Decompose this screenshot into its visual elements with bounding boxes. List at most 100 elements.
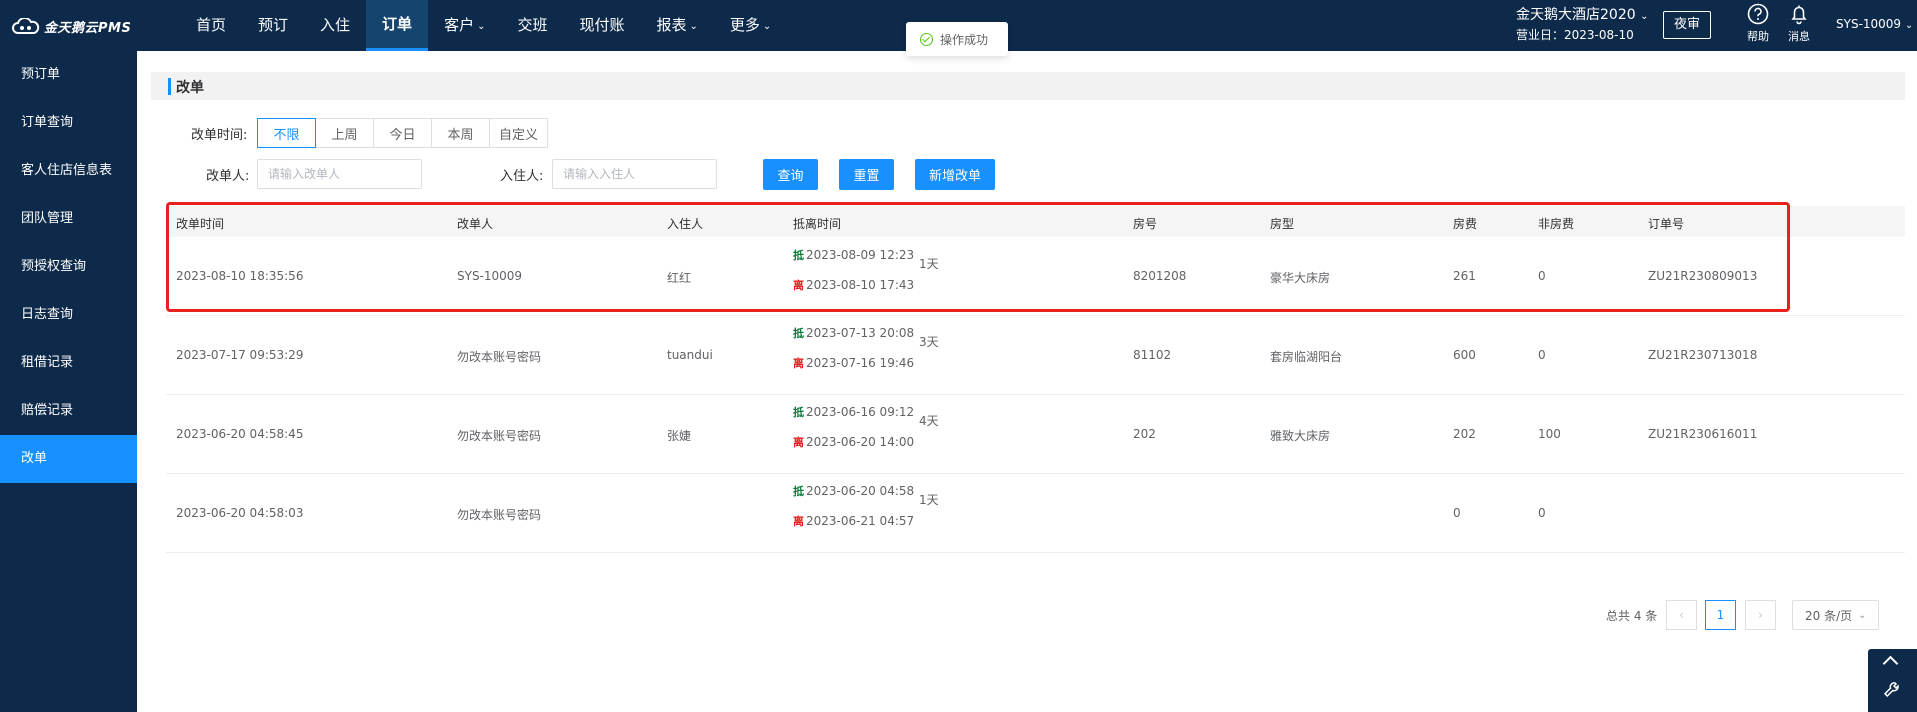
- guest-input[interactable]: [552, 159, 717, 189]
- cell-time: 2023-06-20 04:58:03: [176, 506, 304, 520]
- time-option-last-week[interactable]: 上周: [315, 118, 374, 148]
- nav-label: 预订: [258, 16, 289, 34]
- chevron-down-icon: ⌄: [1904, 20, 1914, 31]
- column-header-room-fee: 房费: [1453, 217, 1478, 231]
- sidebar-item-compensation-records[interactable]: 赔偿记录: [0, 387, 137, 435]
- success-toast: 操作成功: [906, 22, 1008, 56]
- messages-label: 消息: [1788, 30, 1810, 43]
- sidebar-item-reservations[interactable]: 预订单: [0, 51, 137, 99]
- cell-room: 8201208: [1133, 269, 1187, 283]
- time-option-custom[interactable]: 自定义: [489, 118, 548, 148]
- add-change-button[interactable]: 新增改单: [915, 159, 995, 190]
- arrive-tag: 抵: [793, 249, 804, 262]
- main-nav: 首页 预订 入住 订单 客户 ⌄ 交班 现付账 报表 ⌄ 更多 ⌄: [180, 0, 787, 51]
- table-row[interactable]: 2023-06-20 04:58:45 勿改本账号密码 张婕 抵 2023-06-…: [166, 395, 1905, 474]
- cell-time: 2023-06-20 04:58:45: [176, 427, 304, 441]
- cell-arrive: 抵 2023-07-13 20:08: [793, 325, 914, 342]
- column-header-modifier: 改单人: [457, 217, 494, 231]
- cell-arrive: 抵 2023-06-20 04:58: [793, 483, 914, 500]
- floating-tools-widget[interactable]: [1868, 649, 1917, 712]
- chevron-down-icon: ⌄: [689, 21, 698, 32]
- cell-other-fee: 0: [1538, 269, 1546, 283]
- sidebar-item-log-query[interactable]: 日志查询: [0, 291, 137, 339]
- sidebar-item-order-changes[interactable]: 改单: [0, 435, 137, 483]
- column-header-room-type: 房型: [1270, 217, 1295, 231]
- section-header: 改单: [151, 72, 1905, 100]
- nav-item-orders[interactable]: 订单: [366, 0, 429, 51]
- table-row[interactable]: 2023-07-17 09:53:29 勿改本账号密码 tuandui 抵 202…: [166, 316, 1905, 395]
- cell-other-fee: 100: [1538, 427, 1561, 441]
- time-option-today[interactable]: 今日: [373, 118, 432, 148]
- nav-item-shift[interactable]: 交班: [501, 0, 563, 51]
- nav-label: 更多: [729, 16, 760, 34]
- reset-button[interactable]: 重置: [839, 159, 894, 190]
- cell-arrive: 抵 2023-08-09 12:23: [793, 247, 914, 264]
- cloud-logo-icon: [12, 18, 40, 34]
- cell-depart: 离 2023-06-21 04:57: [793, 513, 914, 530]
- table-row[interactable]: 2023-06-20 04:58:03 勿改本账号密码 抵 2023-06-20 …: [166, 474, 1905, 553]
- nav-label: 订单: [382, 15, 413, 33]
- arrive-tag: 抵: [793, 327, 804, 340]
- cell-room-fee: 0: [1453, 506, 1461, 520]
- prev-page-button[interactable]: ‹: [1666, 600, 1697, 630]
- cell-days: 1天: [919, 493, 939, 507]
- sidebar: 预订单 订单查询 客人住店信息表 团队管理 预授权查询 日志查询 租借记录 赔偿…: [0, 51, 137, 712]
- nav-item-customers[interactable]: 客户 ⌄: [428, 0, 501, 51]
- depart-time: 2023-06-21 04:57: [806, 514, 915, 528]
- nav-item-more[interactable]: 更多 ⌄: [714, 0, 787, 51]
- messages-button[interactable]: 消息: [1779, 3, 1819, 44]
- sidebar-item-rental-records[interactable]: 租借记录: [0, 339, 137, 387]
- cell-room-type: 雅致大床房: [1270, 429, 1331, 443]
- arrive-time: 2023-07-13 20:08: [806, 326, 915, 340]
- cell-room-fee: 261: [1453, 269, 1476, 283]
- next-page-button[interactable]: ›: [1745, 600, 1776, 630]
- nav-label: 客户: [444, 16, 475, 34]
- nav-item-home[interactable]: 首页: [180, 0, 242, 51]
- page-number-button[interactable]: 1: [1705, 600, 1736, 630]
- sidebar-item-preauth-query[interactable]: 预授权查询: [0, 243, 137, 291]
- cell-guest: tuandui: [667, 348, 713, 362]
- time-option-any[interactable]: 不限: [257, 118, 316, 148]
- cell-time: 2023-07-17 09:53:29: [176, 348, 304, 362]
- depart-tag: 离: [793, 515, 804, 528]
- chevron-left-icon: ‹: [1679, 608, 1684, 622]
- sidebar-item-group-management[interactable]: 团队管理: [0, 195, 137, 243]
- pagination-total: 总共 4 条: [1606, 609, 1658, 623]
- cell-room: 81102: [1133, 348, 1172, 362]
- cell-depart: 离 2023-07-16 19:46: [793, 355, 914, 372]
- chevron-down-icon: ⌄: [1858, 609, 1867, 621]
- chevron-right-icon: ›: [1758, 608, 1763, 622]
- logo[interactable]: 金天鹅云PMS: [12, 14, 131, 38]
- cell-room-fee: 600: [1453, 348, 1476, 362]
- table-row[interactable]: 2023-08-10 18:35:56 SYS-10009 红红 抵 2023-0…: [166, 237, 1905, 316]
- depart-time: 2023-06-20 14:00: [806, 435, 915, 449]
- nav-item-checkin[interactable]: 入住: [304, 0, 366, 51]
- change-time-label: 改单时间:: [191, 128, 248, 143]
- sidebar-item-guest-info[interactable]: 客人住店信息表: [0, 147, 137, 195]
- nav-item-reports[interactable]: 报表 ⌄: [641, 0, 714, 51]
- cell-days: 1天: [919, 257, 939, 271]
- time-option-this-week[interactable]: 本周: [431, 118, 490, 148]
- nav-label: 交班: [517, 16, 548, 34]
- help-button[interactable]: 帮助: [1738, 3, 1778, 44]
- cell-modifier: 勿改本账号密码: [457, 508, 542, 522]
- sidebar-item-order-query[interactable]: 订单查询: [0, 99, 137, 147]
- modifier-input[interactable]: [257, 159, 422, 189]
- arrive-tag: 抵: [793, 406, 804, 419]
- user-menu[interactable]: SYS-10009 ⌄: [1836, 17, 1913, 31]
- cell-room-type: 套房临湖阳台: [1270, 350, 1343, 364]
- help-icon: [1747, 3, 1769, 25]
- table-header: 改单时间 改单人 入住人 抵离时间 房号 房型 房费 非房费 订单号: [166, 206, 1905, 237]
- chevron-down-icon: ⌄: [762, 21, 772, 32]
- time-range-segment: 不限 上周 今日 本周 自定义: [257, 118, 548, 148]
- nav-label: 入住: [320, 16, 351, 34]
- nav-label: 报表: [656, 16, 687, 34]
- page-size-select[interactable]: 20 条/页 ⌄: [1792, 600, 1879, 630]
- nav-item-cash-account[interactable]: 现付账: [563, 0, 640, 51]
- query-button[interactable]: 查询: [763, 159, 818, 190]
- nav-item-reservation[interactable]: 预订: [242, 0, 304, 51]
- hotel-selector[interactable]: 金天鹅大酒店2020 ⌄ 营业日：2023-08-10: [1516, 6, 1648, 45]
- cell-order-no: ZU21R230713018: [1648, 348, 1758, 362]
- cell-order-no: ZU21R230809013: [1648, 269, 1758, 283]
- night-audit-button[interactable]: 夜审: [1663, 11, 1711, 39]
